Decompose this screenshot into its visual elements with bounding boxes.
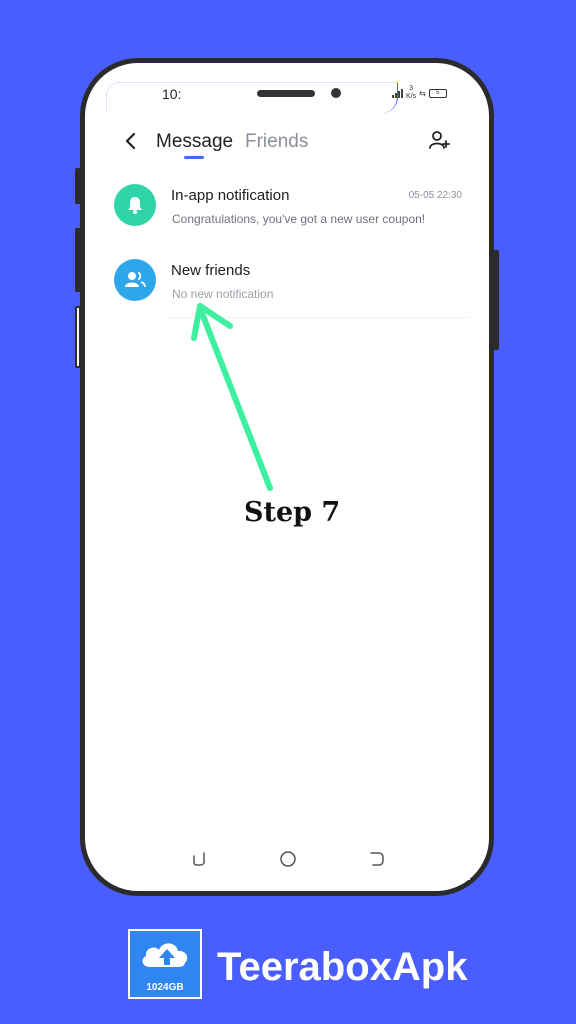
- bell-icon: [128, 197, 142, 214]
- network-speed: 3 K/s: [406, 85, 416, 101]
- row-title: New friends: [171, 262, 251, 279]
- friends-avatar: [114, 259, 156, 301]
- row-title: In-app notification: [171, 187, 290, 204]
- home-icon[interactable]: [279, 850, 297, 868]
- tab-message[interactable]: Message: [156, 131, 233, 153]
- step-arrow-icon: [191, 303, 273, 491]
- people-icon: [125, 271, 146, 288]
- signal-icon: [392, 88, 403, 98]
- brand-logo: 1024GB: [128, 929, 202, 999]
- charging-icon: ⇆: [419, 88, 426, 98]
- network-speed-unit: K/s: [406, 93, 417, 100]
- nav-back-icon[interactable]: [368, 850, 386, 868]
- brand-name: TeeraboxApk: [217, 945, 468, 989]
- battery-level: 5: [436, 89, 440, 96]
- back-arrow-icon[interactable]: [122, 131, 140, 151]
- logo-caption: 1024GB: [146, 982, 184, 993]
- notification-avatar: [114, 184, 156, 226]
- row-subtitle: Congratulations, you've got a new user c…: [172, 212, 426, 226]
- row-timestamp: 05-05 22:30: [408, 190, 462, 201]
- add-friend-icon[interactable]: [428, 129, 450, 151]
- earpiece-speaker: [257, 90, 315, 97]
- status-icons: 3 K/s ⇆ 5: [392, 85, 447, 101]
- front-camera: [331, 88, 341, 98]
- status-time: 10:: [162, 86, 182, 102]
- tab-friends[interactable]: Friends: [245, 131, 308, 153]
- recent-apps-icon[interactable]: [190, 850, 208, 868]
- cloud-upload-icon: [142, 943, 188, 967]
- step-label: Step 7: [244, 497, 341, 528]
- network-speed-value: 3: [409, 85, 414, 92]
- active-tab-indicator: [184, 156, 204, 159]
- notification-row-in-app[interactable]: In-app notification 05-05 22:30 Congratu…: [106, 170, 470, 240]
- battery-icon: 5: [428, 88, 447, 98]
